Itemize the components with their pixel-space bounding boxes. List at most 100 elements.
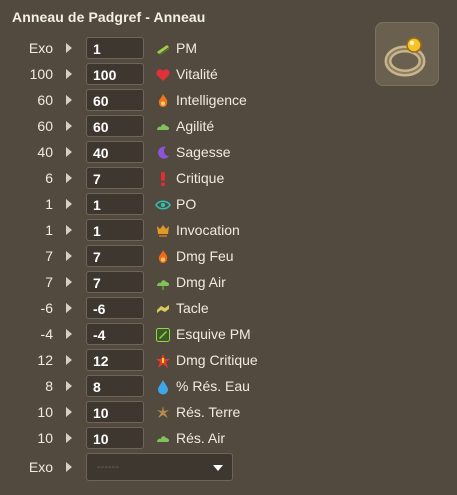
air-resist-icon	[155, 431, 171, 447]
stat-row: 100 100 Vitalité	[0, 62, 457, 88]
stat-value-input[interactable]: 1	[86, 219, 144, 241]
fire-icon	[155, 93, 171, 109]
base-value: 12	[37, 352, 53, 368]
summon-icon	[155, 223, 171, 239]
base-value: 7	[45, 274, 53, 290]
copy-arrow-button[interactable]	[66, 121, 72, 131]
base-value: 1	[45, 222, 53, 238]
air-icon	[155, 119, 171, 135]
copy-arrow-button[interactable]	[66, 355, 72, 365]
copy-arrow-button[interactable]	[66, 381, 72, 391]
stat-value-input[interactable]: 8	[86, 375, 144, 397]
stat-row: 7 7 Dmg Air	[0, 270, 457, 296]
chevron-down-icon	[213, 465, 223, 471]
stat-value-input[interactable]: 10	[86, 401, 144, 423]
copy-arrow-button[interactable]	[66, 329, 72, 339]
earth-resist-icon	[155, 405, 171, 421]
base-value: 10	[37, 430, 53, 446]
copy-arrow-button[interactable]	[66, 225, 72, 235]
pm-icon	[155, 41, 171, 57]
stat-label: Intelligence	[176, 92, 247, 108]
copy-arrow-button[interactable]	[66, 43, 72, 53]
stat-label: Dmg Feu	[176, 248, 234, 264]
stat-label: Vitalité	[176, 66, 218, 82]
tackle-icon	[155, 301, 171, 317]
base-value: 1	[45, 196, 53, 212]
stat-row: 7 7 Dmg Feu	[0, 244, 457, 270]
stat-row: -6 -6 Tacle	[0, 296, 457, 322]
dodge-mp-icon	[155, 327, 171, 343]
copy-arrow-button[interactable]	[66, 303, 72, 313]
stat-list: Exo 1 PM 100 100 Vitalité 60 60 Intelligence 60 60…	[0, 36, 457, 452]
stat-value-input[interactable]: 1	[86, 37, 144, 59]
base-value: 8	[45, 378, 53, 394]
stat-label: Critique	[176, 170, 225, 186]
stat-label: Rés. Air	[176, 430, 226, 446]
stat-row: 10 10 Rés. Air	[0, 426, 457, 452]
copy-arrow-button[interactable]	[66, 173, 72, 183]
stat-row: Exo 1 PM	[0, 36, 457, 62]
stat-label: PM	[176, 40, 197, 56]
base-value: Exo	[28, 40, 53, 56]
stat-value-input[interactable]: 12	[86, 349, 144, 371]
stat-value-input[interactable]: 10	[86, 427, 144, 449]
stat-value-input[interactable]: -4	[86, 323, 144, 345]
stat-row: 10 10 Rés. Terre	[0, 400, 457, 426]
stat-value-input[interactable]: 40	[86, 141, 144, 163]
base-value: 60	[37, 118, 53, 134]
eye-icon	[155, 197, 171, 213]
stat-row: 1 1 PO	[0, 192, 457, 218]
base-value: -6	[40, 300, 53, 316]
base-value: 10	[37, 404, 53, 420]
stat-row: 8 8 % Rés. Eau	[0, 374, 457, 400]
copy-arrow-button[interactable]	[66, 69, 72, 79]
exo-label: Exo	[28, 459, 53, 475]
stat-row: 6 7 Critique	[0, 166, 457, 192]
stat-label: Esquive PM	[176, 326, 251, 342]
copy-arrow-button[interactable]	[66, 199, 72, 209]
stat-row: -4 -4 Esquive PM	[0, 322, 457, 348]
stat-label: PO	[176, 196, 197, 212]
base-value: 60	[37, 92, 53, 108]
base-value: 6	[45, 170, 53, 186]
copy-arrow-button[interactable]	[66, 95, 72, 105]
copy-arrow-button[interactable]	[66, 433, 72, 443]
exo-select[interactable]: ------	[86, 453, 233, 481]
stat-row: 60 60 Intelligence	[0, 88, 457, 114]
stat-value-input[interactable]: 7	[86, 245, 144, 267]
stat-row: 60 60 Agilité	[0, 114, 457, 140]
item-title: Anneau de Padgref - Anneau	[12, 9, 206, 25]
copy-arrow-button[interactable]	[66, 147, 72, 157]
stat-label: Rés. Terre	[176, 404, 241, 420]
exo-arrow-button[interactable]	[66, 462, 72, 472]
stat-label: Sagesse	[176, 144, 231, 160]
stat-value-input[interactable]: 1	[86, 193, 144, 215]
stat-row: 40 40 Sagesse	[0, 140, 457, 166]
stat-label: % Rés. Eau	[176, 378, 250, 394]
water-drop-icon	[155, 379, 171, 395]
stat-value-input[interactable]: 60	[86, 89, 144, 111]
critical-damage-icon	[155, 353, 171, 369]
stat-label: Invocation	[176, 222, 240, 238]
copy-arrow-button[interactable]	[66, 407, 72, 417]
stat-label: Tacle	[176, 300, 209, 316]
stat-value-input[interactable]: -6	[86, 297, 144, 319]
stat-row: 1 1 Invocation	[0, 218, 457, 244]
exclamation-icon	[155, 171, 171, 187]
heart-icon	[155, 67, 171, 83]
copy-arrow-button[interactable]	[66, 251, 72, 261]
copy-arrow-button[interactable]	[66, 277, 72, 287]
stat-label: Agilité	[176, 118, 215, 134]
stat-value-input[interactable]: 7	[86, 167, 144, 189]
base-value: 7	[45, 248, 53, 264]
stat-label: Dmg Air	[176, 274, 226, 290]
moon-icon	[155, 145, 171, 161]
stat-value-input[interactable]: 100	[86, 63, 144, 85]
stat-value-input[interactable]: 7	[86, 271, 144, 293]
base-value: -4	[40, 326, 53, 342]
base-value: 100	[29, 66, 53, 82]
air-damage-icon	[155, 275, 171, 291]
fire-damage-icon	[155, 249, 171, 265]
stat-value-input[interactable]: 60	[86, 115, 144, 137]
stat-label: Dmg Critique	[176, 352, 258, 368]
